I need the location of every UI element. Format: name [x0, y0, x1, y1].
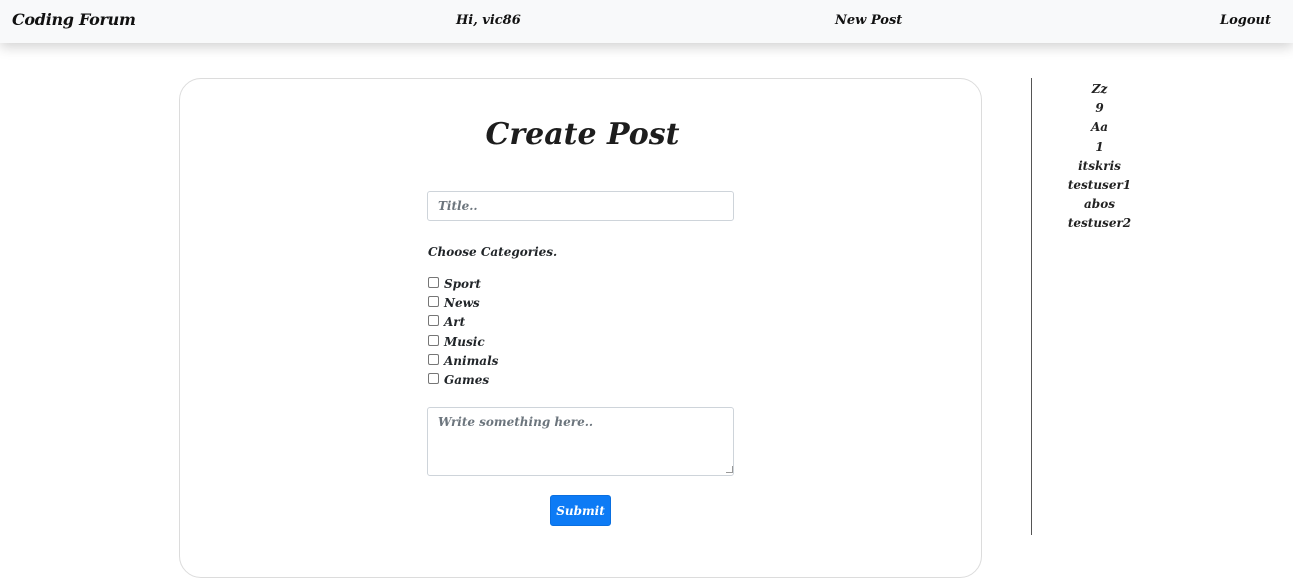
category-label: Music [444, 334, 485, 349]
user-item[interactable]: testuser2 [1032, 214, 1167, 233]
brand-link[interactable]: Coding Forum [12, 10, 136, 29]
content-textarea[interactable] [427, 407, 734, 476]
submit-button[interactable]: Submit [550, 495, 611, 526]
user-item[interactable]: abos [1032, 195, 1167, 214]
category-news[interactable]: News [428, 295, 498, 314]
category-sport-checkbox[interactable] [428, 277, 439, 288]
category-label: Games [444, 372, 490, 387]
category-sport[interactable]: Sport [428, 276, 498, 295]
category-news-checkbox[interactable] [428, 296, 439, 308]
categories-heading: Choose Categories. [428, 245, 558, 259]
user-item[interactable]: testuser1 [1032, 176, 1167, 195]
create-post-card: Create Post Choose Categories. Sport New… [179, 78, 982, 578]
title-input[interactable] [427, 191, 734, 221]
user-item[interactable]: Zz [1032, 80, 1167, 99]
category-games-checkbox[interactable] [428, 372, 439, 384]
navbar: Coding Forum Hi, vic86 New Post Logout [0, 0, 1293, 43]
page-title: Create Post [485, 117, 680, 152]
logout-link[interactable]: Logout [1220, 13, 1271, 28]
category-label: Art [444, 315, 466, 330]
category-label: Animals [444, 353, 499, 368]
category-label: Sport [444, 277, 481, 291]
category-art[interactable]: Art [428, 314, 498, 333]
category-label: News [444, 296, 480, 311]
category-animals-checkbox[interactable] [428, 353, 439, 365]
new-post-link[interactable]: New Post [835, 13, 902, 28]
category-animals[interactable]: Animals [428, 353, 498, 372]
resize-grip-icon[interactable] [726, 466, 733, 473]
category-art-checkbox[interactable] [428, 315, 439, 327]
user-item[interactable]: 9 [1032, 99, 1167, 118]
user-list: Zz 9 Aa 1 itskris testuser1 abos testuse… [1032, 80, 1167, 234]
user-item[interactable]: 1 [1032, 138, 1167, 157]
user-item[interactable]: itskris [1032, 157, 1167, 176]
category-games[interactable]: Games [428, 372, 498, 391]
category-music-checkbox[interactable] [428, 334, 439, 346]
greeting-link[interactable]: Hi, vic86 [456, 13, 521, 28]
category-list: Sport News Art Music Animals Games [428, 276, 498, 391]
user-item[interactable]: Aa [1032, 118, 1167, 137]
category-music[interactable]: Music [428, 334, 498, 353]
